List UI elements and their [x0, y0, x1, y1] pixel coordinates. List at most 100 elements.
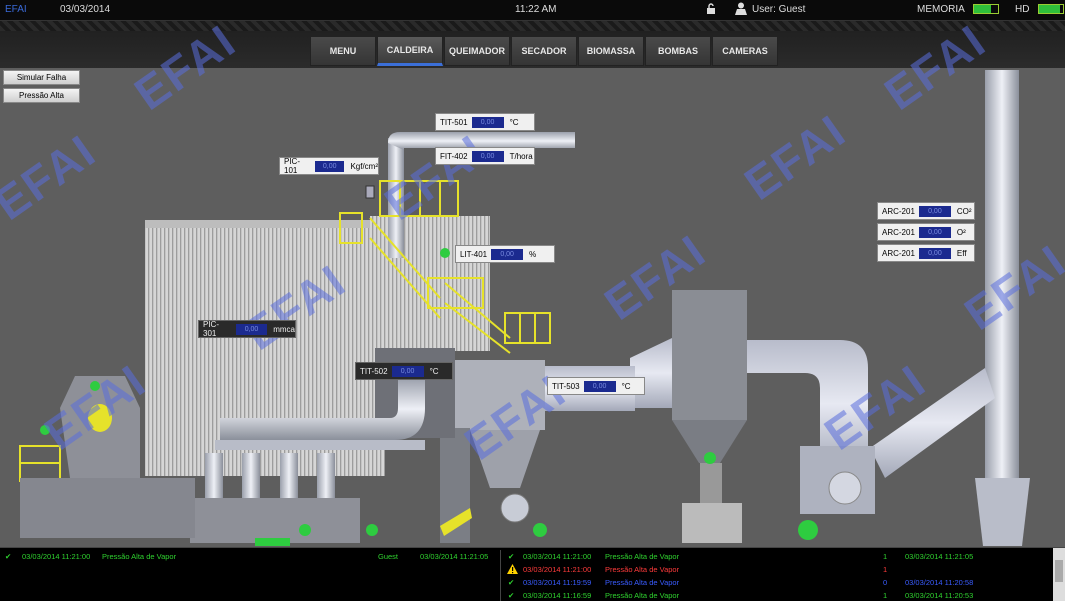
memoria-bar-fill [974, 5, 991, 14]
alarm-scrollbar[interactable] [1053, 548, 1065, 601]
tag-tit-502[interactable]: TIT-502 0,00 °C [355, 362, 453, 380]
alarm-ack-time: 03/03/2014 11:20:53 [905, 591, 974, 600]
tag-unit: T/hora [509, 151, 533, 161]
tag-unit: CO² [956, 206, 972, 216]
tag-arc-201-co2[interactable]: ARC-201 0,00 CO² [877, 202, 975, 220]
check-icon: ✔ [508, 578, 515, 587]
tag-unit: Kgf/cm² [350, 161, 378, 171]
tag-unit: % [529, 249, 537, 259]
pressao-alta-button[interactable]: Pressão Alta [3, 88, 80, 103]
tag-id: TIT-503 [552, 381, 580, 391]
alarm-ack-time: 03/03/2014 11:21:05 [420, 552, 489, 561]
alarm-row[interactable]: ✔ 03/03/2014 11:21:00 Pressão Alta de Va… [505, 550, 1050, 563]
alarm-row[interactable]: ✔ 03/03/2014 11:19:59 Pressão Alta de Va… [505, 576, 1050, 589]
user-icon[interactable] [735, 2, 747, 18]
tag-id: LIT-401 [460, 249, 488, 259]
tag-tit-501[interactable]: TIT-501 0,00 °C [435, 113, 535, 131]
tag-fit-402[interactable]: FIT-402 0,00 T/hora [435, 147, 535, 165]
alarm-log-left[interactable]: ✔ 03/03/2014 11:21:00 Pressão Alta de Va… [0, 550, 501, 601]
alarm-row[interactable]: ✔ 03/03/2014 11:16:59 Pressão Alta de Va… [505, 589, 1050, 601]
alarm-count: 1 [883, 552, 888, 561]
tag-id: FIT-402 [440, 151, 468, 161]
tag-unit: mmca [273, 324, 295, 334]
tag-arc-201-o2[interactable]: ARC-201 0,00 O² [877, 223, 975, 241]
simular-falha-button[interactable]: Simular Falha [3, 70, 80, 85]
status-bar: EFAI 03/03/2014 11:22 AM User: Guest MEM… [0, 0, 1065, 21]
tag-value: 0,00 [918, 205, 951, 217]
alarm-count: 0 [883, 578, 888, 587]
tab-cameras[interactable]: CAMERAS [712, 36, 778, 66]
tag-pic-101[interactable]: PIC-101 0,00 Kgf/cm² [279, 157, 379, 175]
alarm-time: 03/03/2014 11:21:00 [523, 565, 592, 574]
unlock-icon[interactable] [706, 3, 716, 17]
tab-bombas[interactable]: BOMBAS [645, 36, 711, 66]
alarm-count: 1 [883, 591, 888, 600]
tag-unit: O² [956, 227, 966, 237]
alarm-panel: ✔ 03/03/2014 11:21:00 Pressão Alta de Va… [0, 547, 1065, 601]
alarm-count: 1 [883, 565, 888, 574]
alarm-row[interactable]: 03/03/2014 11:21:00 Pressão Alta de Vapo… [505, 563, 1050, 576]
app-logo: EFAI [5, 4, 27, 15]
tag-value: 0,00 [583, 380, 616, 392]
tag-id: TIT-502 [360, 366, 388, 376]
check-icon: ✔ [508, 552, 515, 561]
tag-id: PIC-101 [284, 157, 300, 175]
alarm-time: 03/03/2014 11:16:59 [523, 591, 592, 600]
hd-indicator: HD [1015, 4, 1065, 15]
hd-bar-fill [1039, 5, 1060, 14]
alarm-log-right[interactable]: ✔ 03/03/2014 11:21:00 Pressão Alta de Va… [505, 550, 1050, 601]
tag-value: 0,00 [471, 116, 504, 128]
tab-secador[interactable]: SECADOR [511, 36, 577, 66]
tag-value: 0,00 [491, 248, 524, 260]
hd-label: HD [1015, 4, 1030, 15]
check-icon: ✔ [508, 591, 515, 600]
hd-bar [1038, 4, 1065, 15]
alarm-row[interactable]: ✔ 03/03/2014 11:21:00 Pressão Alta de Va… [0, 550, 500, 563]
alarm-message: Pressão Alta de Vapor [102, 552, 177, 561]
tag-value: 0,00 [391, 365, 424, 377]
alarm-time: 03/03/2014 11:21:00 [22, 552, 91, 561]
status-time: 11:22 AM [515, 4, 557, 15]
tag-unit: °C [429, 366, 439, 376]
tab-caldeira[interactable]: CALDEIRA [377, 36, 443, 66]
tab-biomassa[interactable]: BIOMASSA [578, 36, 644, 66]
tag-value: 0,00 [918, 226, 951, 238]
scrollbar-thumb[interactable] [1055, 560, 1063, 582]
alarm-message: Pressão Alta de Vapor [605, 552, 680, 561]
memoria-bar [973, 4, 1000, 15]
tag-unit: Eff [956, 248, 967, 258]
tag-unit: °C [621, 381, 631, 391]
boiler-plant-diagram [19, 70, 1030, 546]
tag-id: ARC-201 [882, 227, 915, 237]
tag-id: PIC-301 [203, 320, 219, 338]
tag-value: 0,00 [918, 247, 951, 259]
alarm-ack-time: 03/03/2014 11:21:05 [905, 552, 974, 561]
status-date: 03/03/2014 [60, 4, 111, 15]
alarm-time: 03/03/2014 11:19:59 [523, 578, 592, 587]
tab-menu[interactable]: MENU [310, 36, 376, 66]
tag-id: ARC-201 [882, 206, 915, 216]
alarm-time: 03/03/2014 11:21:00 [523, 552, 592, 561]
tag-id: ARC-201 [882, 248, 915, 258]
alarm-ack-time: 03/03/2014 11:20:58 [905, 578, 974, 587]
memoria-indicator: MEMORIA [917, 4, 1000, 15]
alarm-message: Pressão Alta de Vapor [605, 565, 680, 574]
tag-arc-201-eff[interactable]: ARC-201 0,00 Eff [877, 244, 975, 262]
tag-id: TIT-501 [440, 117, 468, 127]
tag-pic-301[interactable]: PIC-301 0,00 mmca [198, 320, 296, 338]
alarm-message: Pressão Alta de Vapor [605, 578, 680, 587]
user-label[interactable]: User: Guest [752, 4, 805, 15]
alarm-user: Guest [378, 552, 399, 561]
check-icon: ✔ [5, 552, 12, 561]
alarm-message: Pressão Alta de Vapor [605, 591, 680, 600]
warning-icon [507, 564, 518, 576]
tab-queimador[interactable]: QUEIMADOR [444, 36, 510, 66]
tag-lit-401[interactable]: LIT-401 0,00 % [455, 245, 555, 263]
chimney [985, 70, 1019, 478]
tag-value: 0,00 [235, 323, 268, 335]
main-nav: MENU CALDEIRA QUEIMADOR SECADOR BIOMASSA… [310, 36, 779, 66]
tag-value: 0,00 [315, 160, 345, 172]
tag-tit-503[interactable]: TIT-503 0,00 °C [547, 377, 645, 395]
tag-unit: °C [509, 117, 519, 127]
memoria-label: MEMORIA [917, 4, 965, 15]
